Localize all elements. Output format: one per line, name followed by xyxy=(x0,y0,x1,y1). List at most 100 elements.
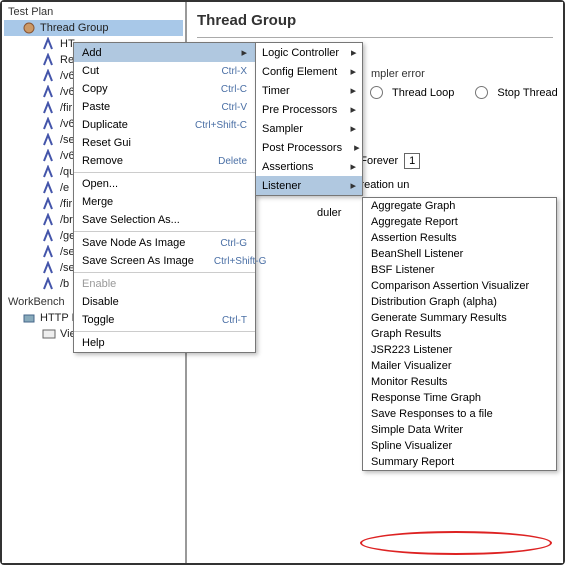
menu-item-sampler[interactable]: Sampler▸ xyxy=(256,119,362,138)
tree-item-label: /e xyxy=(60,182,69,194)
menu-item-monitor-results[interactable]: Monitor Results xyxy=(363,374,556,390)
menu-item-logic-controller[interactable]: Logic Controller▸ xyxy=(256,43,362,62)
menu-item-paste[interactable]: Paste Ctrl-V xyxy=(74,98,255,116)
menu-item-response-time-graph[interactable]: Response Time Graph xyxy=(363,390,556,406)
item-icon xyxy=(42,213,56,227)
menu-item-merge[interactable]: Merge xyxy=(74,193,255,211)
item-icon xyxy=(42,197,56,211)
menu-item-label: Paste xyxy=(82,101,110,113)
menu-separator xyxy=(74,272,255,273)
menu-item-open-[interactable]: Open... xyxy=(74,175,255,193)
menu-item-label: Pre Processors xyxy=(262,104,337,116)
menu-item-duplicate[interactable]: DuplicateCtrl+Shift-C xyxy=(74,116,255,134)
menu-item-simple-data-writer[interactable]: Simple Data Writer xyxy=(363,422,556,438)
menu-item-timer[interactable]: Timer▸ xyxy=(256,81,362,100)
menu-item-post-processors[interactable]: Post Processors ▸ xyxy=(256,138,362,157)
item-icon xyxy=(42,229,56,243)
menu-item-config-element[interactable]: Config Element▸ xyxy=(256,62,362,81)
menu-item-add[interactable]: Add▸ xyxy=(74,43,255,62)
menu-item-summary-report[interactable]: Summary Report xyxy=(363,454,556,470)
menu-item-cut[interactable]: CutCtrl-X xyxy=(74,62,255,80)
menu-item-label: Response Time Graph xyxy=(371,392,481,404)
menu-item-distribution-graph-alpha-[interactable]: Distribution Graph (alpha) xyxy=(363,294,556,310)
menu-separator xyxy=(74,231,255,232)
menu-shortcut: Ctrl-V xyxy=(221,102,247,113)
menu-item-spline-visualizer[interactable]: Spline Visualizer xyxy=(363,438,556,454)
menu-item-aggregate-report[interactable]: Aggregate Report xyxy=(363,214,556,230)
tree-item-label: /fir xyxy=(60,198,72,210)
menu-item-label: Enable xyxy=(82,278,116,290)
menu-item-assertions[interactable]: Assertions▸ xyxy=(256,157,362,176)
menu-separator xyxy=(74,172,255,173)
menu-item-disable[interactable]: Disable xyxy=(74,293,255,311)
menu-separator xyxy=(74,331,255,332)
menu-shortcut: Ctrl+Shift-G xyxy=(214,256,267,267)
menu-item-save-node-as-image[interactable]: Save Node As ImageCtrl-G xyxy=(74,234,255,252)
menu-shortcut: Ctrl-X xyxy=(221,66,247,77)
menu-item-label: Merge xyxy=(82,196,113,208)
menu-item-label: Save Responses to a file xyxy=(371,408,493,420)
menu-item-generate-summary-results[interactable]: Generate Summary Results xyxy=(363,310,556,326)
tree-thread-group[interactable]: Thread Group xyxy=(4,20,183,36)
menu-item-label: BSF Listener xyxy=(371,264,435,276)
tree-item-label: /br xyxy=(60,214,73,226)
menu-item-mailer-visualizer[interactable]: Mailer Visualizer xyxy=(363,358,556,374)
menu-item-bsf-listener[interactable]: BSF Listener xyxy=(363,262,556,278)
results-icon xyxy=(42,327,56,341)
menu-item-label: Config Element xyxy=(262,66,337,78)
menu-item-label: Save Screen As Image xyxy=(82,255,194,267)
menu-item-label: Summary Report xyxy=(371,456,454,468)
forever-label: Forever xyxy=(360,155,398,167)
menu-item-remove[interactable]: RemoveDelete xyxy=(74,152,255,170)
item-icon xyxy=(42,165,56,179)
item-icon xyxy=(42,53,56,67)
submenu-arrow-icon: ▸ xyxy=(354,141,360,154)
listener-submenu: Aggregate GraphAggregate ReportAssertion… xyxy=(362,197,557,471)
menu-item-save-screen-as-image[interactable]: Save Screen As ImageCtrl+Shift-G xyxy=(74,252,255,270)
menu-item-help[interactable]: Help xyxy=(74,334,255,352)
item-icon xyxy=(42,69,56,83)
radio-thread-loop[interactable] xyxy=(370,86,383,99)
test-plan-root[interactable]: Test Plan xyxy=(4,4,183,20)
menu-item-pre-processors[interactable]: Pre Processors▸ xyxy=(256,100,362,119)
menu-item-label: Logic Controller xyxy=(262,47,339,59)
add-submenu: Logic Controller▸Config Element▸Timer▸Pr… xyxy=(255,42,363,196)
forever-value[interactable] xyxy=(404,153,420,169)
tree-item-label: /b xyxy=(60,278,69,290)
menu-item-label: Post Processors xyxy=(262,142,342,154)
menu-item-label: Spline Visualizer xyxy=(371,440,452,452)
item-icon xyxy=(42,245,56,259)
menu-item-jsr223-listener[interactable]: JSR223 Listener xyxy=(363,342,556,358)
menu-item-label: JSR223 Listener xyxy=(371,344,452,356)
menu-item-listener[interactable]: Listener ▸ xyxy=(256,176,362,195)
menu-item-comparison-assertion-visualizer[interactable]: Comparison Assertion Visualizer xyxy=(363,278,556,294)
menu-item-toggle[interactable]: ToggleCtrl-T xyxy=(74,311,255,329)
menu-item-graph-results[interactable]: Graph Results xyxy=(363,326,556,342)
menu-item-label: Copy xyxy=(82,83,108,95)
menu-item-label: Generate Summary Results xyxy=(371,312,507,324)
menu-item-aggregate-graph[interactable]: Aggregate Graph xyxy=(363,198,556,214)
menu-item-label: Reset Gui xyxy=(82,137,131,149)
item-icon xyxy=(42,133,56,147)
menu-item-copy[interactable]: CopyCtrl-C xyxy=(74,80,255,98)
menu-item-label: Duplicate xyxy=(82,119,128,131)
submenu-arrow-icon: ▸ xyxy=(350,84,356,97)
menu-item-label: Monitor Results xyxy=(371,376,447,388)
tree-item-label: /fir xyxy=(60,102,72,114)
menu-item-beanshell-listener[interactable]: BeanShell Listener xyxy=(363,246,556,262)
radio-stop-thread[interactable] xyxy=(475,86,488,99)
submenu-arrow-icon: ▸ xyxy=(350,122,356,135)
item-icon xyxy=(42,277,56,291)
menu-shortcut: Ctrl-T xyxy=(222,315,247,326)
proxy-icon xyxy=(22,311,36,325)
menu-item-label: Comparison Assertion Visualizer xyxy=(371,280,529,292)
menu-item-label: Listener xyxy=(262,180,301,192)
menu-item-reset-gui[interactable]: Reset Gui xyxy=(74,134,255,152)
menu-item-save-selection-as-[interactable]: Save Selection As... xyxy=(74,211,255,229)
menu-item-assertion-results[interactable]: Assertion Results xyxy=(363,230,556,246)
radio-thread-loop-label: Thread Loop xyxy=(392,87,454,99)
menu-item-save-responses-to-a-file[interactable]: Save Responses to a file xyxy=(363,406,556,422)
context-menu: Add▸CutCtrl-XCopyCtrl-C Paste Ctrl-V Duplic… xyxy=(73,42,256,353)
menu-shortcut: Ctrl-G xyxy=(220,238,247,249)
submenu-arrow-icon: ▸ xyxy=(350,179,356,192)
